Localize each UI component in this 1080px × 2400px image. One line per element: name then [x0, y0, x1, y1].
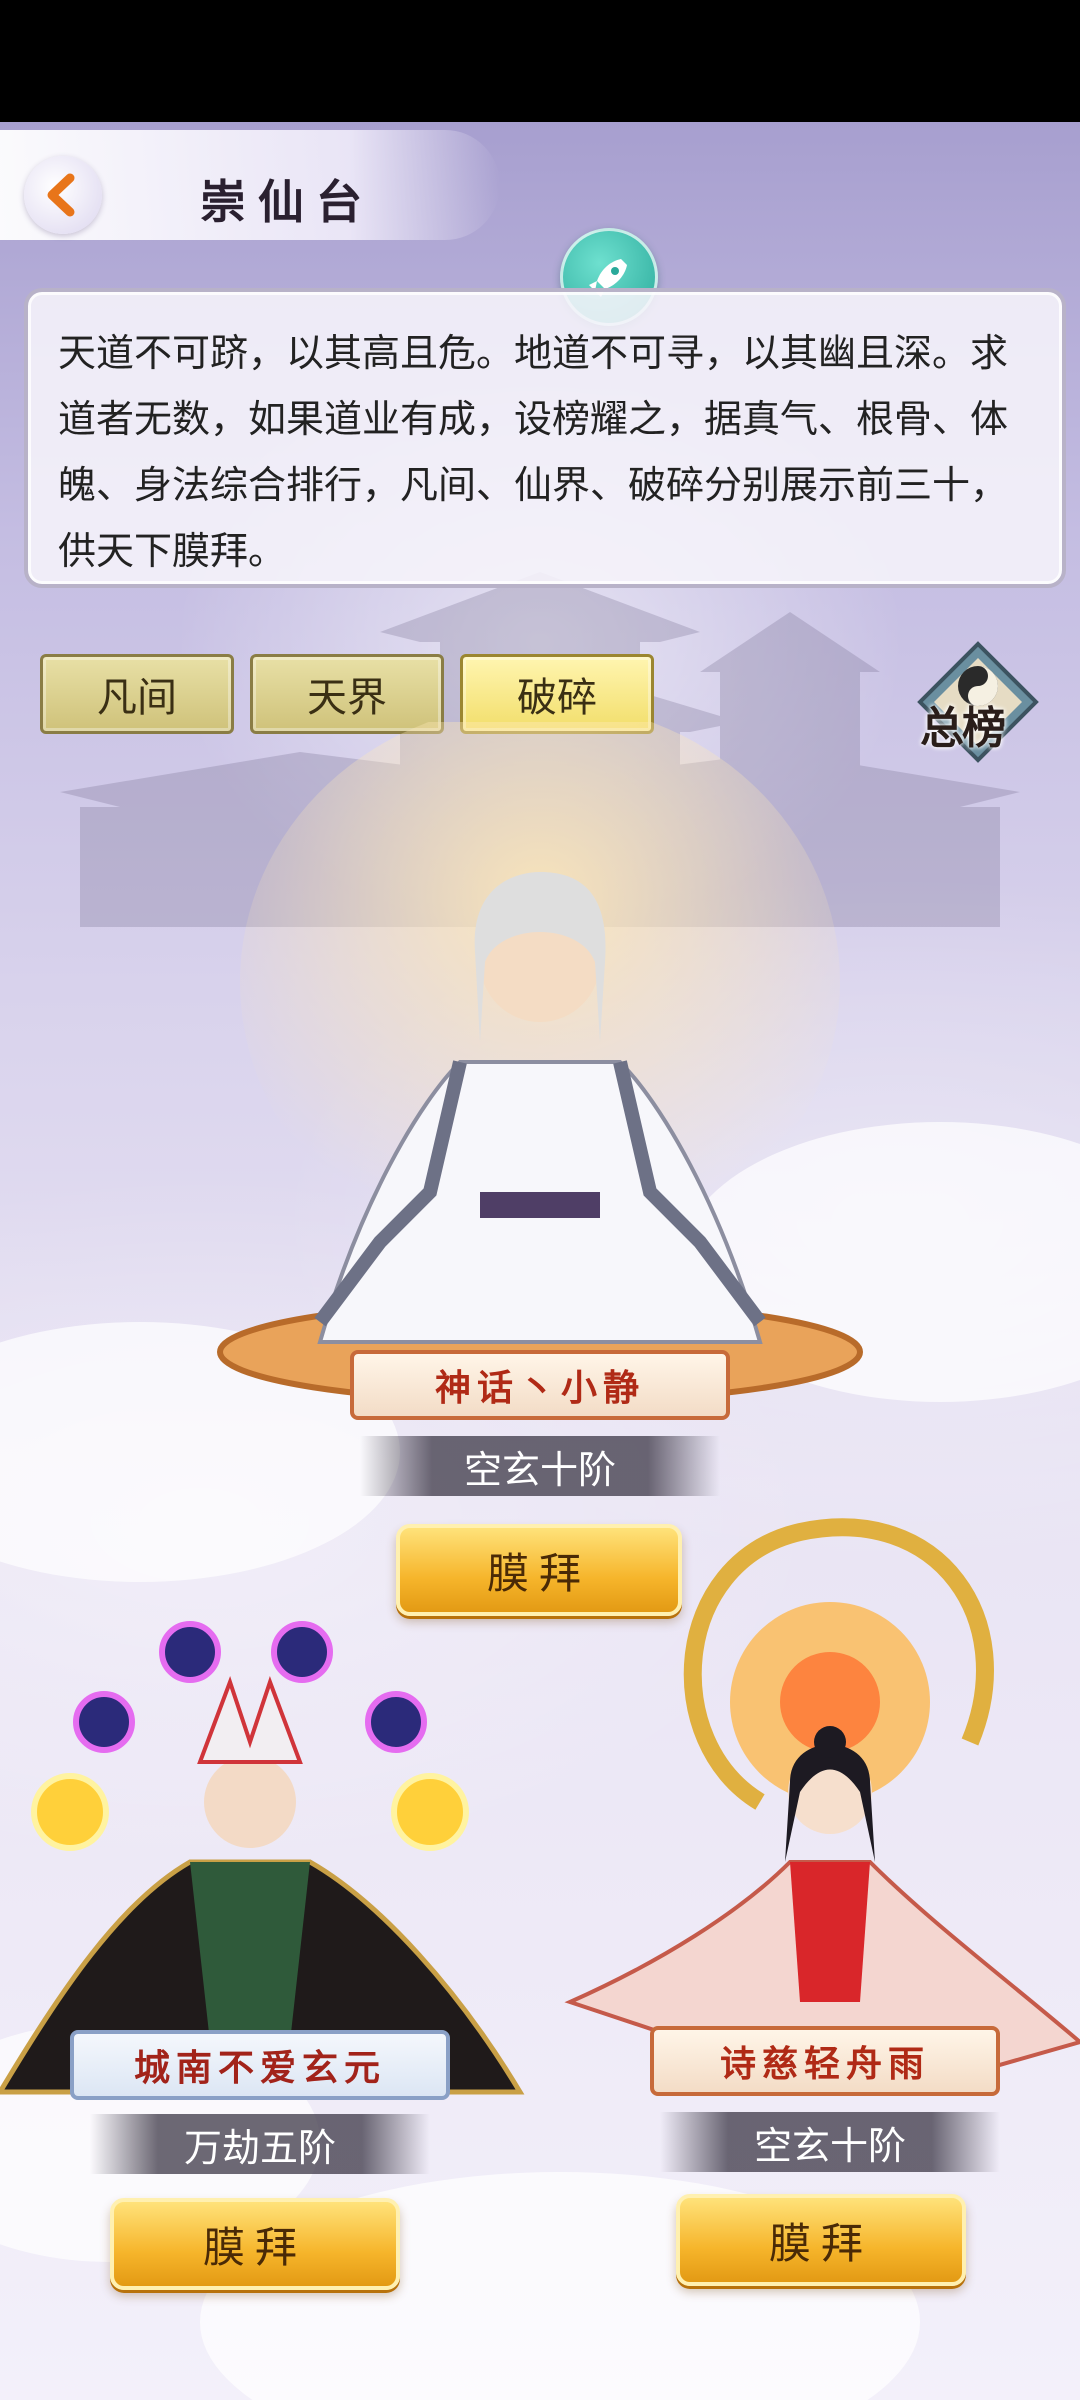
game-scene: 崇仙台 天道不可跻，以其高且危。地道不可寻，以其幽且深。求道者无数，如果道业有成…: [0, 122, 1080, 2400]
description-text: 天道不可跻，以其高且危。地道不可寻，以其幽且深。求道者无数，如果道业有成，设榜耀…: [58, 331, 1009, 573]
total-rank-label[interactable]: 总榜: [920, 692, 1006, 756]
page-title: 崇仙台: [200, 175, 374, 229]
character-realm: 空玄十阶: [660, 2112, 1000, 2172]
header-banner: 崇仙台: [0, 130, 500, 240]
status-bar: [0, 0, 1080, 122]
worship-button-3[interactable]: 膜拜: [676, 2194, 966, 2286]
back-button[interactable]: [24, 156, 102, 234]
character-name: 城南不爱玄元: [70, 2030, 450, 2100]
character-name: 神话丶小静: [350, 1350, 730, 1420]
chevron-left-icon: [47, 173, 75, 217]
character-realm: 万劫五阶: [90, 2114, 430, 2174]
character-name: 诗慈轻舟雨: [650, 2026, 1000, 2096]
character-figure: [217, 722, 863, 1405]
worship-button-2[interactable]: 膜拜: [110, 2198, 400, 2290]
description-panel: 天道不可跻，以其高且危。地道不可寻，以其幽且深。求道者无数，如果道业有成，设榜耀…: [24, 288, 1066, 588]
